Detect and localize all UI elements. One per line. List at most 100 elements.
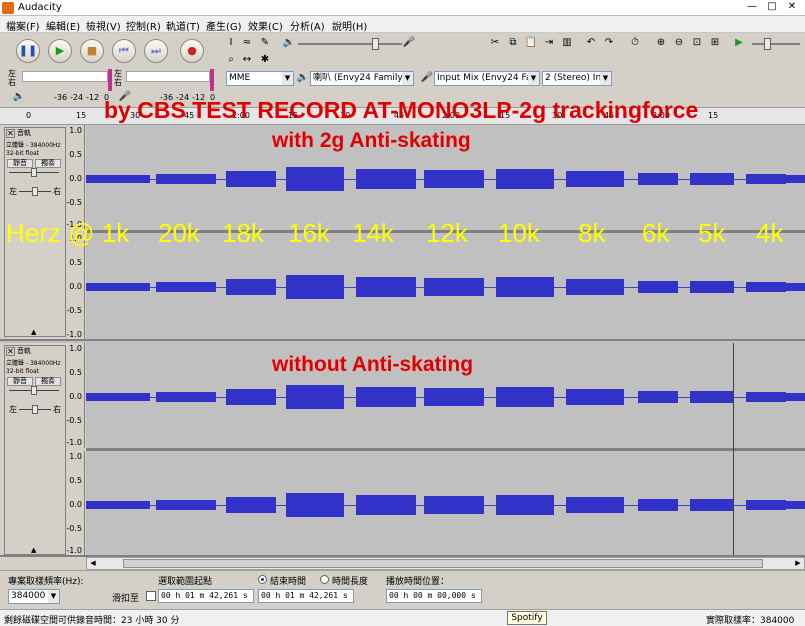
zoom-tool-icon[interactable]: ⌕ [224, 53, 238, 67]
envelope-tool-icon[interactable]: ≈ [240, 36, 254, 50]
play-at-speed-icon[interactable]: ▶ [732, 36, 746, 50]
mute-button[interactable]: 靜音 [7, 159, 33, 168]
output-device-select[interactable]: 喇叭 (Envy24 Family ▼ [310, 71, 414, 86]
collapse-track-icon[interactable]: ▲ [31, 546, 36, 554]
waveform-segment [226, 279, 276, 295]
pause-button[interactable]: ❚❚ [16, 39, 40, 63]
collapse-track-icon[interactable]: ▲ [31, 328, 36, 336]
record-button[interactable]: ● [180, 39, 204, 63]
sync-lock-icon[interactable]: ⏱ [628, 36, 642, 50]
output-volume-slider[interactable] [298, 43, 402, 45]
freq-label: Herz @ 1k [6, 218, 130, 248]
gain-slider-thumb[interactable] [31, 386, 37, 395]
close-track-icon[interactable]: ✕ [6, 129, 15, 138]
play-speed-slider[interactable] [752, 43, 800, 45]
waveform-segment [286, 167, 344, 191]
chevron-down-icon: ▼ [48, 590, 59, 603]
scroll-left-icon[interactable]: ◀ [87, 558, 99, 569]
scale-label: 1.0 [69, 344, 82, 353]
zoom-in-icon[interactable]: ⊕ [654, 36, 668, 50]
horizontal-scrollbar[interactable]: ◀ ▶ [86, 557, 805, 570]
redo-icon[interactable]: ↷ [602, 36, 616, 50]
trim-icon[interactable]: ⇥ [542, 36, 556, 50]
disk-space-status: 剩餘磁碟空間可供錄音時間：23 小時 30 分 [4, 616, 180, 626]
output-volume-thumb[interactable] [372, 38, 379, 50]
snap-to-checkbox[interactable] [146, 591, 156, 601]
selection-start-label: 選取範圍起點 [158, 577, 213, 587]
menu-view[interactable]: 檢視(V) [86, 18, 121, 33]
input-device-select[interactable]: Input Mix (Envy24 Fa ▼ [434, 71, 540, 86]
waveform-segment [746, 282, 786, 292]
scroll-right-icon[interactable]: ▶ [792, 558, 804, 569]
solo-button[interactable]: 獨奏 [35, 377, 61, 386]
ruler-tick: 15 [708, 111, 719, 120]
freq-label: 16k [288, 218, 330, 248]
menu-effect[interactable]: 效果(C) [248, 18, 283, 33]
play-speed-thumb[interactable] [764, 38, 771, 50]
audio-host-select[interactable]: MME ▼ [226, 71, 294, 86]
menu-edit[interactable]: 編輯(E) [46, 18, 80, 33]
menu-file[interactable]: 檔案(F) [6, 18, 40, 33]
waveform-right-channel[interactable] [86, 451, 805, 555]
maximize-button[interactable]: □ [765, 1, 779, 14]
silence-icon[interactable]: ▥ [560, 36, 574, 50]
end-time-radio[interactable] [258, 575, 267, 584]
multi-tool-icon[interactable]: ✱ [258, 53, 272, 67]
audio-position-field[interactable]: 00 h 00 m 00,000 s [386, 589, 482, 603]
waveform-segment [690, 173, 734, 185]
menu-analyze[interactable]: 分析(A) [290, 18, 325, 33]
close-track-icon[interactable]: ✕ [6, 347, 15, 356]
selection-start-field[interactable]: 00 h 01 m 42,261 s [158, 589, 254, 603]
freq-label: 20k [158, 218, 200, 248]
skip-start-button[interactable]: ⏮ [112, 39, 136, 63]
record-meter[interactable] [126, 71, 210, 82]
fit-selection-icon[interactable]: ⊡ [690, 36, 704, 50]
cut-icon[interactable]: ✂ [488, 36, 502, 50]
stop-button[interactable]: ■ [80, 39, 104, 63]
pan-slider-thumb[interactable] [32, 187, 38, 196]
overlay-with-antiskating: with 2g Anti-skating [272, 129, 471, 152]
menu-control[interactable]: 控制(R) [126, 18, 161, 33]
gain-slider-thumb[interactable] [31, 168, 37, 177]
zoom-out-icon[interactable]: ⊖ [672, 36, 686, 50]
menu-tracks[interactable]: 軌道(T) [166, 18, 200, 33]
skip-end-button[interactable]: ⏭ [144, 39, 168, 63]
scale-label: 0.5 [69, 258, 82, 267]
menu-help[interactable]: 說明(H) [332, 18, 367, 33]
draw-tool-icon[interactable]: ✎ [258, 36, 272, 50]
selection-tool-icon[interactable]: I [224, 36, 238, 50]
waveform-segment [690, 391, 734, 403]
solo-button[interactable]: 獨奏 [35, 159, 61, 168]
input-channels-select[interactable]: 2 (Stereo) In ▼ [542, 71, 612, 86]
copy-icon[interactable]: ⧉ [506, 36, 520, 50]
minimize-button[interactable]: — [745, 1, 759, 14]
input-device-mic-icon: 🎤 [420, 72, 434, 83]
undo-icon[interactable]: ↶ [584, 36, 598, 50]
waveform-segment [424, 170, 484, 188]
paste-icon[interactable]: 📋 [524, 36, 538, 50]
scrollbar-thumb[interactable] [123, 559, 763, 568]
close-button[interactable]: ✕ [785, 1, 799, 14]
menu-generate[interactable]: 產生(G) [206, 18, 242, 33]
fit-project-icon[interactable]: ⊞ [708, 36, 722, 50]
scale-label: -0.5 [66, 306, 82, 315]
playback-meter-speaker-icon: 🔈 [12, 91, 26, 102]
play-button[interactable]: ▶ [48, 39, 72, 63]
freq-label: 4k [756, 218, 784, 248]
waveform-segment [424, 388, 484, 406]
track-name-dropdown[interactable]: 音軌 [17, 129, 63, 138]
overlay-title: by CBS TEST RECORD AT-MONO3LP-2g trackin… [104, 97, 699, 123]
title-bar: Audacity — □ ✕ [0, 0, 805, 16]
chevron-down-icon: ▼ [528, 72, 539, 85]
status-bar: 剩餘磁碟空間可供錄音時間：23 小時 30 分 Spotify 實際取樣率：38… [0, 609, 805, 626]
pan-slider-thumb[interactable] [32, 405, 38, 414]
project-rate-select[interactable]: 384000 ▼ [8, 589, 60, 604]
length-radio[interactable] [320, 575, 329, 584]
track-name-dropdown[interactable]: 音軌 [17, 347, 63, 356]
timeshift-tool-icon[interactable]: ↔ [240, 53, 254, 67]
end-time-label: 結束時間 [270, 577, 307, 587]
selection-end-field[interactable]: 00 h 01 m 42,261 s [258, 589, 354, 603]
mute-button[interactable]: 靜音 [7, 377, 33, 386]
playback-meter[interactable] [22, 71, 108, 82]
scale-label: 1.0 [69, 452, 82, 461]
